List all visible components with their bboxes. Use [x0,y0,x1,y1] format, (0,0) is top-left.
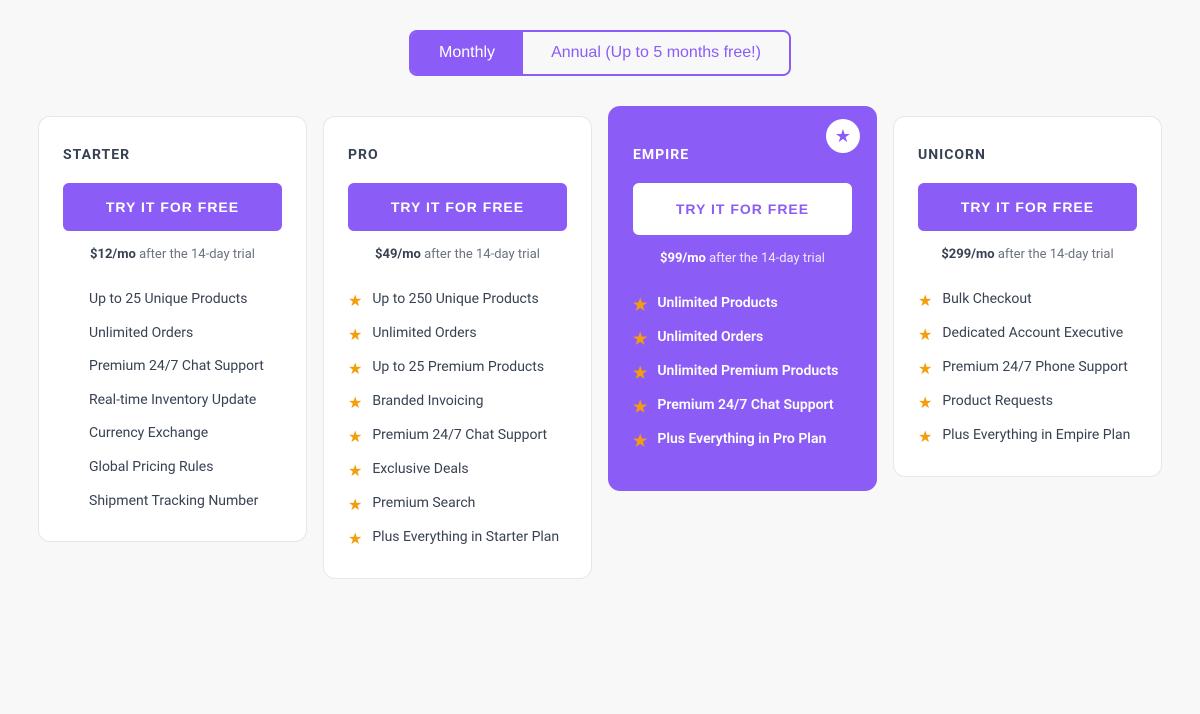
plans-container: STARTER TRY IT FOR FREE $12/mo after the 1… [30,116,1170,579]
feature-text: Premium 24/7 Chat Support [657,396,833,416]
plan-card-empire: ★EMPIRETRY IT FOR FREE$99/mo after the 1… [608,106,877,491]
cta-button-empire[interactable]: TRY IT FOR FREE [633,183,852,235]
feature-item: ★ Bulk Checkout [918,290,1137,310]
feature-item: Real-time Inventory Update [63,391,282,411]
feature-item: Up to 25 Unique Products [63,290,282,310]
feature-item: ★ Premium Search [348,494,567,514]
feature-text: Product Requests [942,392,1053,412]
feature-item: ★ Plus Everything in Starter Plan [348,528,567,548]
feature-text: Unlimited Products [657,294,777,314]
feature-item: ★ Unlimited Orders [348,324,567,344]
star-icon: ★ [918,427,932,446]
cta-button-pro[interactable]: TRY IT FOR FREE [348,183,567,231]
plan-name-unicorn: UNICORN [918,147,1137,163]
feature-text: Up to 250 Unique Products [372,290,538,310]
feature-text: Dedicated Account Executive [942,324,1123,344]
price-text-unicorn: $299/mo after the 14-day trial [918,247,1137,262]
star-icon: ★ [348,359,362,378]
feature-list-unicorn: ★ Bulk Checkout ★ Dedicated Account Executi… [918,290,1137,446]
star-icon: ★ [348,461,362,480]
feature-text: Premium Search [372,494,475,514]
feature-text: Shipment Tracking Number [89,492,258,512]
feature-text: Unlimited Orders [372,324,476,344]
feature-item: ★ Premium 24/7 Chat Support [633,396,852,416]
featured-badge: ★ [826,119,860,153]
feature-item: Currency Exchange [63,424,282,444]
feature-text: Premium 24/7 Chat Support [372,426,547,446]
feature-text: Unlimited Orders [89,324,193,344]
feature-text: Bulk Checkout [942,290,1031,310]
star-icon: ★ [348,291,362,310]
feature-list-starter: Up to 25 Unique Products Unlimited Orders… [63,290,282,511]
price-text-starter: $12/mo after the 14-day trial [63,247,282,262]
feature-text: Exclusive Deals [372,460,468,480]
feature-text: Up to 25 Premium Products [372,358,544,378]
monthly-button[interactable]: Monthly [411,32,523,74]
feature-text: Plus Everything in Starter Plan [372,528,559,548]
price-text-empire: $99/mo after the 14-day trial [633,251,852,266]
feature-text: Premium 24/7 Phone Support [942,358,1127,378]
star-icon: ★ [918,393,932,412]
feature-item: ★ Plus Everything in Pro Plan [633,430,852,450]
feature-text: Plus Everything in Pro Plan [657,430,826,450]
plan-card-starter: STARTER TRY IT FOR FREE $12/mo after the 1… [38,116,307,542]
feature-list-pro: ★ Up to 250 Unique Products ★ Unlimited Ord… [348,290,567,548]
cta-button-unicorn[interactable]: TRY IT FOR FREE [918,183,1137,231]
feature-item: ★ Branded Invoicing [348,392,567,412]
star-icon: ★ [348,495,362,514]
feature-text: Unlimited Orders [657,328,763,348]
feature-text: Unlimited Premium Products [657,362,838,382]
feature-item: Unlimited Orders [63,324,282,344]
feature-item: ★ Unlimited Premium Products [633,362,852,382]
star-icon: ★ [633,295,647,314]
star-icon: ★ [348,529,362,548]
feature-text: Premium 24/7 Chat Support [89,357,264,377]
feature-item: Shipment Tracking Number [63,492,282,512]
feature-item: ★ Unlimited Products [633,294,852,314]
feature-text: Plus Everything in Empire Plan [942,426,1130,446]
feature-text: Global Pricing Rules [89,458,213,478]
star-icon: ★ [633,397,647,416]
feature-item: ★ Dedicated Account Executive [918,324,1137,344]
feature-item: Global Pricing Rules [63,458,282,478]
feature-item: ★ Up to 25 Premium Products [348,358,567,378]
plan-card-unicorn: UNICORN TRY IT FOR FREE $299/mo after the … [893,116,1162,477]
plan-name-empire: EMPIRE [633,147,852,163]
star-icon: ★ [633,431,647,450]
plan-card-pro: PRO TRY IT FOR FREE $49/mo after the 14-da… [323,116,592,579]
star-icon: ★ [348,427,362,446]
plan-name-pro: PRO [348,147,567,163]
feature-item: ★ Premium 24/7 Phone Support [918,358,1137,378]
feature-item: ★ Plus Everything in Empire Plan [918,426,1137,446]
annual-button[interactable]: Annual (Up to 5 months free!) [523,32,789,74]
price-text-pro: $49/mo after the 14-day trial [348,247,567,262]
star-icon: ★ [348,325,362,344]
star-icon: ★ [918,325,932,344]
feature-text: Branded Invoicing [372,392,483,412]
star-icon: ★ [633,363,647,382]
feature-item: ★ Exclusive Deals [348,460,567,480]
star-icon: ★ [918,359,932,378]
feature-item: ★ Premium 24/7 Chat Support [348,426,567,446]
feature-item: ★ Product Requests [918,392,1137,412]
feature-item: ★ Up to 250 Unique Products [348,290,567,310]
feature-item: ★ Unlimited Orders [633,328,852,348]
feature-text: Real-time Inventory Update [89,391,256,411]
billing-toggle: Monthly Annual (Up to 5 months free!) [409,30,791,76]
feature-text: Up to 25 Unique Products [89,290,247,310]
plan-name-starter: STARTER [63,147,282,163]
star-icon: ★ [348,393,362,412]
cta-button-starter[interactable]: TRY IT FOR FREE [63,183,282,231]
feature-item: Premium 24/7 Chat Support [63,357,282,377]
star-icon: ★ [633,329,647,348]
feature-list-empire: ★ Unlimited Products ★ Unlimited Orders ★ Unl… [633,294,852,450]
star-icon: ★ [918,291,932,310]
feature-text: Currency Exchange [89,424,208,444]
